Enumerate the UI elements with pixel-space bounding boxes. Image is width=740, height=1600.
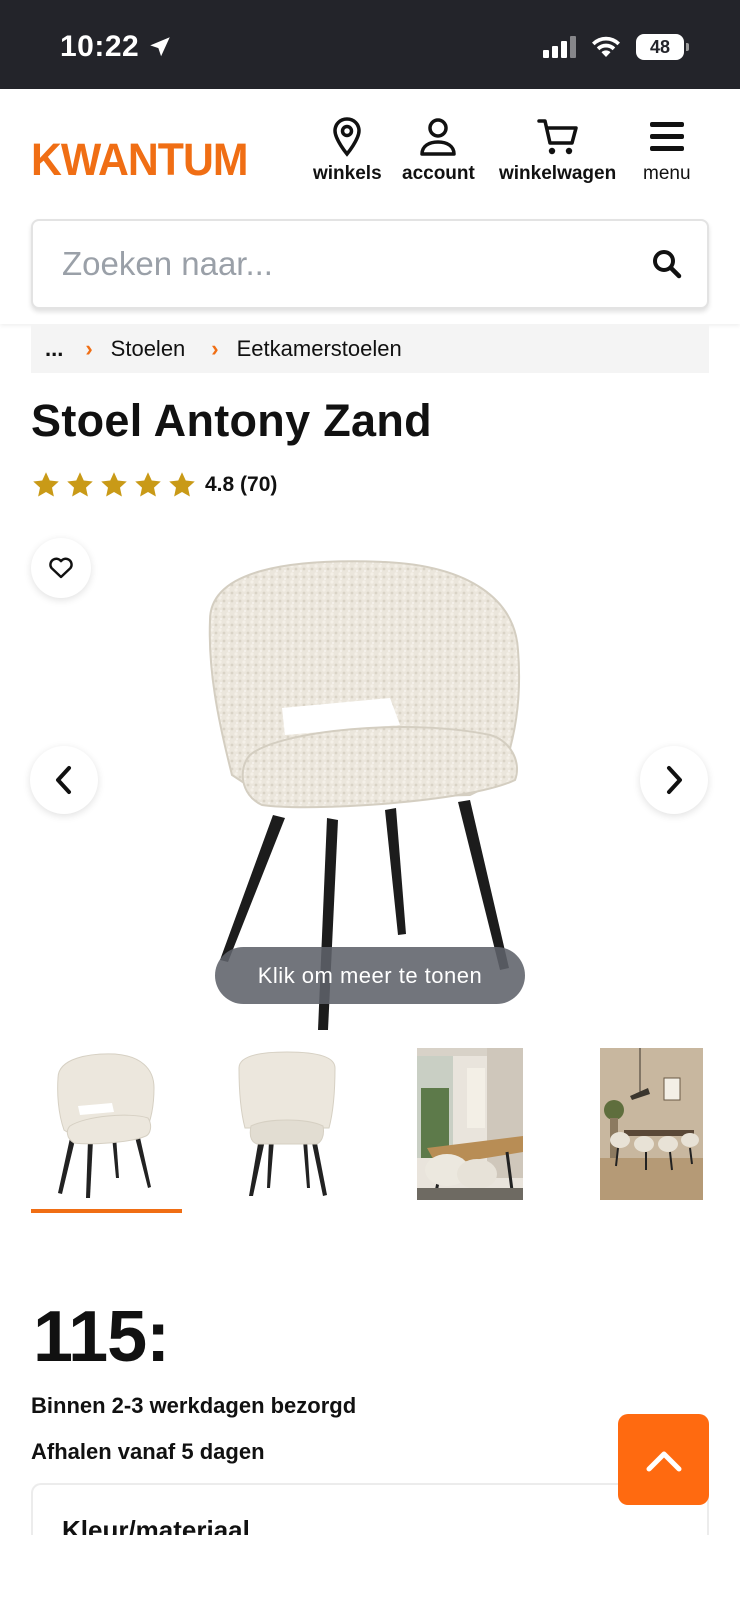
nav-label: menu — [643, 163, 691, 184]
site-header: KWANTUM winkels account winkelwagen menu — [0, 89, 740, 324]
battery-level: 48 — [649, 36, 671, 57]
nav-menu[interactable]: menu — [643, 117, 691, 185]
search-input[interactable] — [33, 221, 627, 307]
time-text: 10:22 — [60, 30, 140, 63]
show-more-button[interactable]: Klik om meer te tonen — [215, 947, 525, 1004]
page-bottom-area — [0, 1535, 740, 1600]
star-icon — [33, 472, 59, 497]
user-icon — [420, 118, 457, 156]
star-icon — [135, 472, 161, 497]
thumbnail-2[interactable] — [237, 1048, 337, 1200]
chevron-right-icon — [667, 766, 682, 794]
status-bar: 10:22 48 — [0, 0, 740, 89]
location-arrow-icon — [150, 37, 170, 57]
scroll-to-top-button[interactable] — [618, 1414, 709, 1505]
cart-icon — [536, 119, 578, 155]
search-bar — [31, 219, 709, 309]
product-rating[interactable]: 4.8 (70) — [31, 470, 277, 500]
breadcrumb-item-eetkamerstoelen[interactable]: Eetkamerstoelen — [237, 336, 402, 362]
star-icon — [67, 472, 93, 497]
hamburger-menu-icon — [649, 122, 684, 151]
nav-label: account — [402, 163, 475, 184]
wishlist-button[interactable] — [31, 538, 91, 598]
thumbnail-strip — [0, 1048, 740, 1218]
battery-icon: 48 — [636, 34, 689, 60]
nav-winkelwagen[interactable]: winkelwagen — [499, 117, 616, 185]
rating-text: 4.8 (70) — [205, 473, 278, 496]
thumbnail-4[interactable] — [600, 1048, 703, 1200]
pickup-info: Afhalen vanaf 5 dagen — [31, 1439, 265, 1464]
nav-label: winkelwagen — [499, 163, 617, 184]
product-gallery: Klik om meer te tonen — [0, 520, 740, 1030]
chevron-up-icon — [646, 1451, 681, 1471]
thumbnail-3[interactable] — [417, 1048, 523, 1200]
star-icon — [169, 472, 195, 497]
heart-icon — [49, 557, 73, 579]
product-price: 115: — [33, 1297, 170, 1377]
product-title: Stoel Antony Zand — [31, 395, 432, 446]
search-icon — [653, 250, 682, 279]
nav-label: winkels — [313, 163, 382, 184]
location-pin-icon — [333, 117, 362, 157]
delivery-info: Binnen 2-3 werkdagen bezorgd — [31, 1393, 357, 1418]
wifi-icon — [592, 36, 620, 57]
star-icon — [101, 472, 127, 497]
breadcrumb: ... › Stoelen › Eetkamerstoelen — [31, 324, 709, 373]
breadcrumb-ellipsis[interactable]: ... — [45, 336, 63, 362]
status-time: 10:22 — [60, 30, 173, 64]
star-rating — [31, 470, 197, 500]
gallery-next-button[interactable] — [640, 746, 708, 814]
nav-winkels[interactable]: winkels — [313, 117, 382, 185]
signal-icon — [543, 36, 576, 58]
gallery-prev-button[interactable] — [30, 746, 98, 814]
chevron-right-icon: › — [211, 335, 219, 361]
search-button[interactable] — [627, 221, 707, 307]
nav-account[interactable]: account — [402, 117, 475, 185]
breadcrumb-item-stoelen[interactable]: Stoelen — [111, 336, 186, 362]
chevron-right-icon: › — [85, 335, 93, 361]
chevron-left-icon — [56, 766, 71, 794]
kwantum-logo[interactable]: KWANTUM — [31, 134, 249, 186]
active-thumbnail-indicator — [31, 1209, 182, 1213]
thumbnail-1[interactable] — [50, 1048, 160, 1200]
